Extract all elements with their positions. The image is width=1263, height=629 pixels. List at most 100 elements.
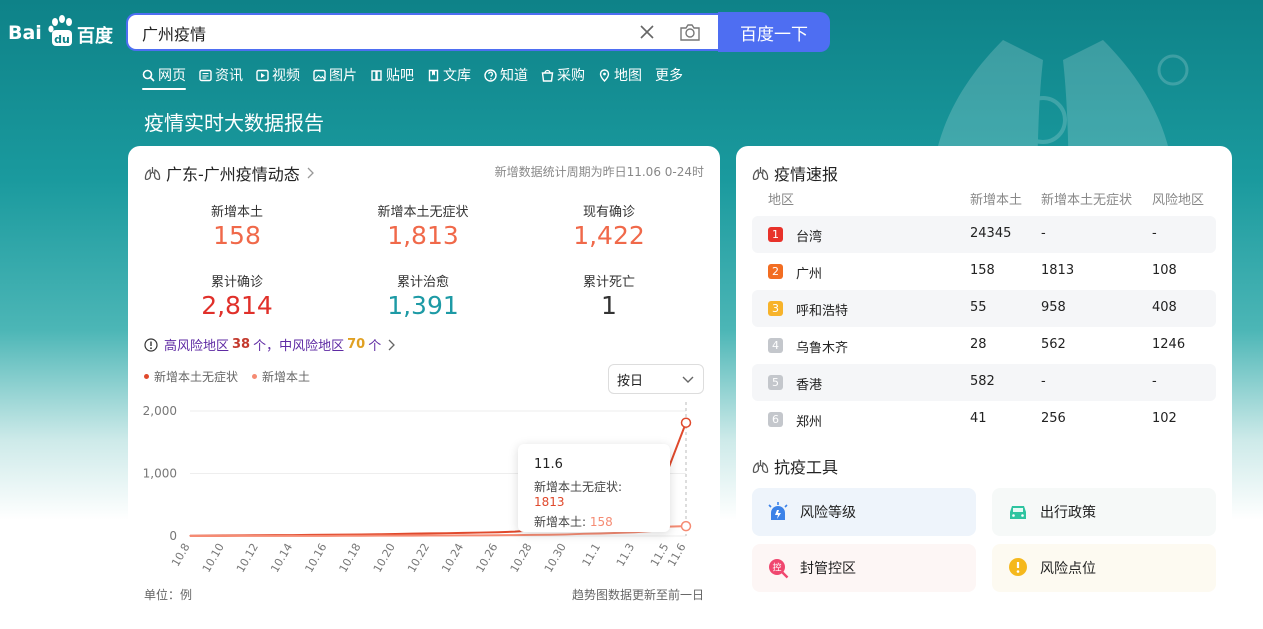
logo-text-baidu: 百度 xyxy=(77,26,113,47)
select-value: 按日 xyxy=(617,373,644,389)
stats-period-note: 新增数据统计周期为昨日11.06 0-24时 xyxy=(494,165,704,179)
bulletin-title-text: 疫情速报 xyxy=(774,165,839,184)
tab-1[interactable]: 资讯 xyxy=(199,64,243,86)
tab-2[interactable]: 视频 xyxy=(256,64,300,86)
table-row[interactable]: 6 郑州 41 256 102 xyxy=(752,401,1216,438)
search-input[interactable] xyxy=(142,22,622,44)
cell-region: 郑州 xyxy=(796,415,823,430)
x-tick-label: 10.8 xyxy=(169,541,193,569)
control-zone-icon: 控 xyxy=(769,559,789,579)
legend-item[interactable]: 新增本土无症状 xyxy=(144,368,238,385)
info-circle-icon xyxy=(144,337,158,352)
search-button[interactable]: 百度一下 xyxy=(718,12,830,52)
cell-risk: 408 xyxy=(1152,300,1177,315)
tab-4[interactable]: 贴吧 xyxy=(370,64,414,86)
data-point xyxy=(292,535,294,537)
tab-8[interactable]: 地图 xyxy=(598,64,642,86)
stat-value: 1 xyxy=(601,291,617,320)
stat-value: 1,391 xyxy=(387,291,459,320)
map-icon xyxy=(599,68,610,82)
data-point xyxy=(428,532,431,534)
cell-risk: - xyxy=(1152,226,1157,241)
data-point xyxy=(680,520,692,532)
lung-icon xyxy=(752,459,769,473)
bulletin-table-header: 地区 新增本土 新增本土无症状 风险地区 xyxy=(768,189,1216,208)
tab-6[interactable]: 知道 xyxy=(484,64,528,86)
tool-label: 风险点位 xyxy=(1040,561,1096,577)
data-point xyxy=(497,531,499,533)
x-tick-label: 10.18 xyxy=(337,541,364,575)
cell-asym: 562 xyxy=(1041,337,1066,352)
tools-title-text: 抗疫工具 xyxy=(774,458,839,477)
data-point xyxy=(309,535,311,537)
table-row[interactable]: 5 香港 582 - - xyxy=(752,364,1216,401)
tool-risk-points[interactable]: 风险点位 xyxy=(992,544,1216,592)
stat-label: 新增本土 xyxy=(210,205,263,220)
rank-badge: 4 xyxy=(768,338,783,353)
stat-value: 158 xyxy=(213,221,261,250)
data-point xyxy=(394,535,396,537)
x-tick-label: 11.1 xyxy=(580,541,604,569)
x-tick-label: 11.6 xyxy=(665,541,689,569)
tab-9[interactable]: 更多 xyxy=(655,64,683,86)
cell-risk: 1246 xyxy=(1152,337,1186,352)
baidu-logo[interactable]: Bai du 百度 xyxy=(8,14,114,50)
x-tick-label: 10.14 xyxy=(268,541,295,575)
tab-5[interactable]: 文库 xyxy=(427,64,471,86)
siren-icon xyxy=(768,502,788,520)
granularity-select[interactable]: 按日 xyxy=(608,364,704,394)
table-row[interactable]: 3 呼和浩特 55 958 408 xyxy=(752,290,1216,327)
cell-asym: 1813 xyxy=(1041,263,1075,278)
tab-3[interactable]: 图片 xyxy=(313,64,357,86)
question-icon xyxy=(484,68,497,82)
tooltip-row2-value: 158 xyxy=(589,515,613,529)
video-icon xyxy=(256,69,269,81)
table-row[interactable]: 4 乌鲁木齐 28 562 1246 xyxy=(752,327,1216,364)
bulletin-title: 疫情速报 xyxy=(752,161,838,185)
cell-local: 582 xyxy=(970,374,995,389)
data-point xyxy=(548,534,550,536)
tool-risk-level[interactable]: 风险等级 xyxy=(752,488,976,536)
tool-control-zone[interactable]: 控 封管控区 xyxy=(752,544,976,592)
camera-icon[interactable] xyxy=(679,22,701,42)
stat-item: 现有确诊 1,422 xyxy=(516,201,702,250)
stat-item: 累计确诊 2,814 xyxy=(144,271,330,320)
tooltip-row2-label: 新增本土: xyxy=(534,515,590,529)
tool-label: 出行政策 xyxy=(1040,505,1096,521)
cell-asym: 958 xyxy=(1041,300,1066,315)
close-icon[interactable] xyxy=(638,23,656,41)
search-tabs: 网页 资讯 视频 图片 贴吧 文库 知道 采购 地图 更多 xyxy=(142,64,696,90)
data-point xyxy=(428,534,431,537)
chevron-right-icon xyxy=(388,339,396,350)
y-tick-label: 1,000 xyxy=(143,467,177,481)
cell-region: 广州 xyxy=(796,267,823,282)
data-point xyxy=(616,532,619,534)
data-point xyxy=(394,533,396,535)
tab-7[interactable]: 采购 xyxy=(541,64,585,86)
data-point xyxy=(377,535,379,537)
stat-label: 现有确诊 xyxy=(582,205,635,220)
cell-local: 28 xyxy=(970,337,987,352)
chart-legend: 新增本土无症状 新增本土 xyxy=(144,368,324,385)
x-tick-label: 10.16 xyxy=(302,541,329,575)
card-title-link[interactable]: 广东-广州疫情动态 xyxy=(144,161,314,185)
tab-label: 图片 xyxy=(329,68,357,84)
data-point xyxy=(463,534,465,536)
data-point xyxy=(326,535,328,537)
legend-item[interactable]: 新增本土 xyxy=(252,368,310,385)
tool-label: 风险等级 xyxy=(800,505,856,521)
x-tick-label: 10.12 xyxy=(234,541,261,575)
header-local: 新增本土 xyxy=(970,193,1023,208)
cell-risk: - xyxy=(1152,374,1157,389)
table-row[interactable]: 1 台湾 24345 - - xyxy=(752,216,1216,253)
data-point xyxy=(240,535,242,537)
table-row[interactable]: 2 广州 158 1813 108 xyxy=(752,253,1216,290)
tool-travel-policy[interactable]: 出行政策 xyxy=(992,488,1216,536)
tab-0[interactable]: 网页 xyxy=(142,64,186,90)
rank-badge: 2 xyxy=(768,264,783,279)
stat-value: 1,422 xyxy=(573,221,645,250)
stat-item: 新增本土 158 xyxy=(144,201,330,250)
risk-area-link[interactable]: 高风险地区 38 个， 中风险地区 70 个 xyxy=(144,335,396,354)
cell-region: 香港 xyxy=(796,378,823,393)
cell-local: 158 xyxy=(970,263,995,278)
